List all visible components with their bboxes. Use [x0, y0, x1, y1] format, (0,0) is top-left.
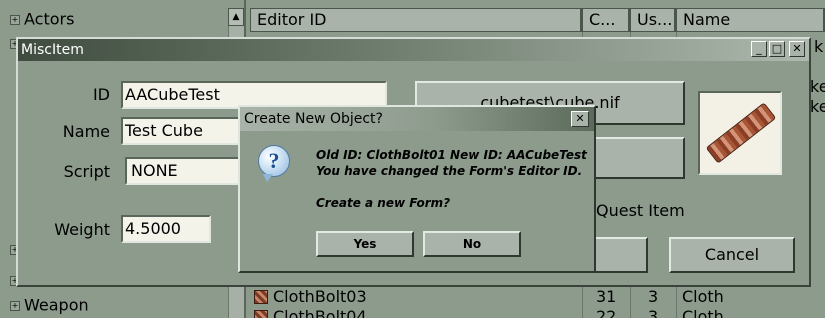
- column-header-editor-id[interactable]: Editor ID: [250, 8, 582, 32]
- dialog-title: Create New Object?: [244, 111, 383, 127]
- expand-icon[interactable]: +: [10, 300, 20, 311]
- tree-item-weapon[interactable]: + Weapon: [0, 293, 228, 317]
- dialog-title-bar[interactable]: Create New Object?: [240, 107, 594, 131]
- cell-users: 3: [648, 287, 659, 306]
- list-cell-fragment: ke: [810, 97, 825, 116]
- quest-item-label: Quest Item: [596, 201, 685, 220]
- tree-item-label: Weapon: [24, 295, 89, 315]
- name-label: Name: [62, 122, 110, 141]
- cloth-bolt-icon: [254, 310, 268, 318]
- script-label: Script: [63, 162, 110, 181]
- dialog-message-prompt: Create a new Form?: [316, 196, 451, 210]
- cell-editor-id: ClothBolt03: [273, 287, 367, 306]
- window-title: MiscItem: [21, 42, 84, 58]
- scroll-up-arrow-icon[interactable]: ▲: [228, 8, 244, 26]
- close-icon[interactable]: ✕: [789, 41, 805, 57]
- table-row[interactable]: ClothBolt04 22 3 Cloth: [248, 306, 825, 318]
- cell-users: 3: [648, 307, 659, 318]
- table-row[interactable]: ClothBolt03 31 3 Cloth: [248, 286, 825, 308]
- cell-name: Cloth: [682, 287, 724, 306]
- create-new-object-dialog: Create New Object? ✕ ? Old ID: ClothBolt…: [238, 105, 596, 273]
- weight-label: Weight: [54, 220, 110, 239]
- tree-item-label: Actors: [24, 9, 75, 29]
- close-icon[interactable]: ✕: [571, 111, 589, 127]
- column-header-name[interactable]: Name: [676, 8, 825, 32]
- dialog-message-changed: You have changed the Form's Editor ID.: [316, 164, 583, 178]
- id-label: ID: [92, 85, 110, 104]
- list-cell-fragment: ke: [810, 77, 825, 96]
- column-header-users[interactable]: Us...: [630, 8, 676, 32]
- misc-item-title-bar[interactable]: MiscItem: [18, 39, 809, 61]
- question-icon: ?: [258, 145, 290, 182]
- column-header-count[interactable]: C...: [582, 8, 630, 32]
- dialog-message-ids: Old ID: ClothBolt01 New ID: AACubeTest: [316, 148, 587, 162]
- cloth-bolt-icon: [254, 290, 268, 304]
- expand-icon[interactable]: +: [10, 14, 20, 25]
- weight-field[interactable]: 4.5000: [121, 215, 211, 243]
- cancel-button[interactable]: Cancel: [669, 237, 795, 273]
- cloth-bolt-icon: [705, 102, 777, 164]
- cell-count: 22: [596, 307, 617, 318]
- cell-count: 31: [596, 287, 617, 306]
- yes-button[interactable]: Yes: [316, 231, 414, 257]
- minimize-icon[interactable]: _: [751, 41, 767, 57]
- list-cell-fragment: k: [814, 37, 824, 56]
- cell-editor-id: ClothBolt04: [273, 307, 367, 318]
- no-button[interactable]: No: [423, 231, 521, 257]
- item-preview-image: [698, 91, 782, 175]
- tree-item-actors[interactable]: + Actors: [0, 7, 228, 31]
- cell-name: Cloth: [682, 307, 724, 318]
- maximize-icon[interactable]: □: [769, 41, 785, 57]
